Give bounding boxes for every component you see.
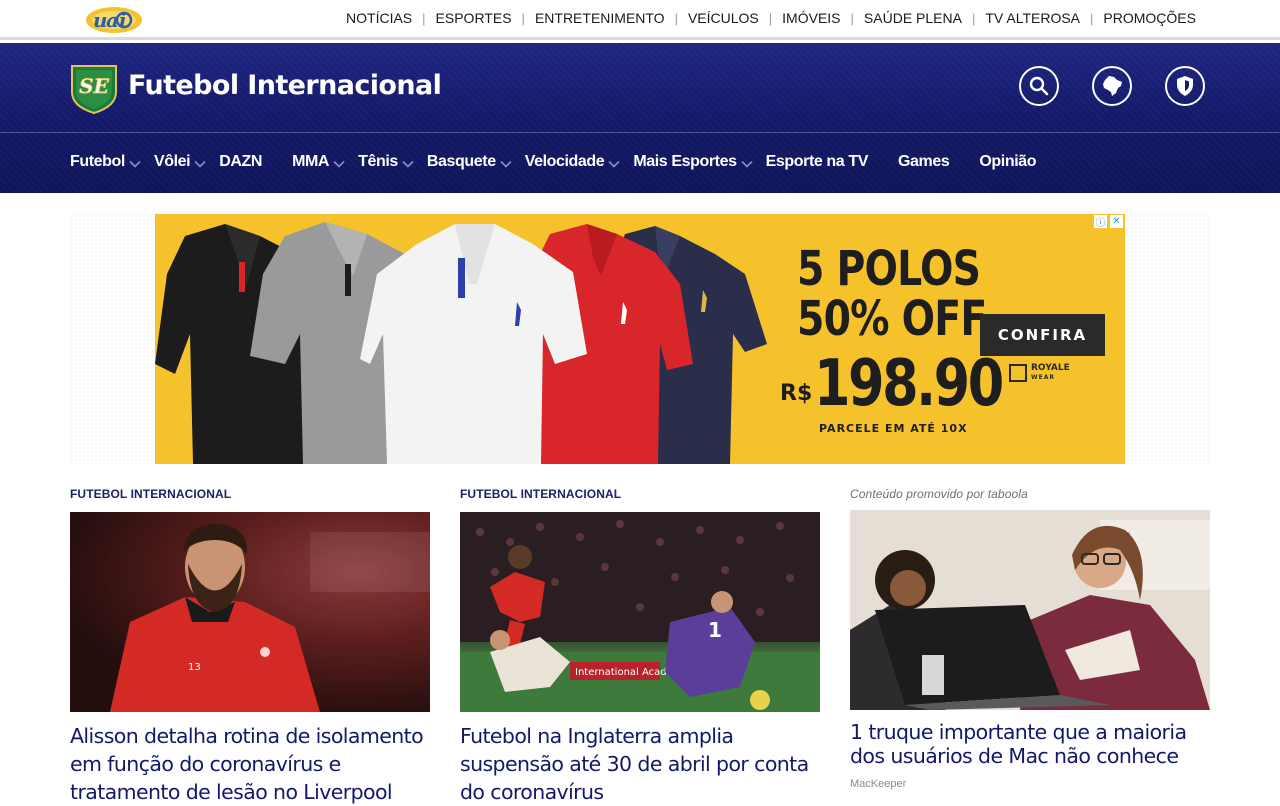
card-title[interactable]: Alisson detalha rotina de isolamento em …: [70, 722, 430, 806]
nav-label: Futebol: [70, 153, 125, 170]
nav-item-opiniao[interactable]: Opinião: [979, 153, 1036, 171]
keeper-shirt-number: 1: [708, 618, 722, 642]
nav-label: DAZN: [219, 153, 263, 170]
portal-nav: NOTÍCIAS | ESPORTES | ENTRETENIMENTO | V…: [336, 10, 1196, 26]
portal-nav-noticias[interactable]: NOTÍCIAS: [336, 10, 422, 26]
nav-label: Mais Esportes: [633, 153, 737, 170]
ad-brand-logo: ROYALE WEAR: [1009, 364, 1070, 382]
nav-label: Basquete: [426, 153, 496, 170]
sponsored-label[interactable]: Conteúdo promovido por taboola: [850, 487, 1210, 510]
site-header: SE Futebol Internacional Futebol Vôlei D…: [0, 43, 1280, 193]
main-nav: Futebol Vôlei DAZN MMA Tênis Basquete Ve…: [70, 153, 1037, 171]
news-card[interactable]: FUTEBOL INTERNACIONAL International Acad…: [460, 487, 820, 806]
ad-installments: PARCELE EM ATÉ 10X: [819, 422, 968, 435]
nav-label: Esporte na TV: [765, 153, 869, 170]
portal-nav-esportes[interactable]: ESPORTES: [426, 10, 522, 26]
nav-item-mais-esportes[interactable]: Mais Esportes: [633, 153, 753, 171]
ad-info-icon[interactable]: ⓘ: [1094, 215, 1107, 229]
nav-item-basquete[interactable]: Basquete: [427, 153, 512, 171]
nav-label: Velocidade: [524, 153, 605, 170]
nav-item-dazn[interactable]: DAZN: [219, 153, 262, 171]
card-title[interactable]: Futebol na Inglaterra amplia suspensão a…: [460, 722, 820, 806]
section-title[interactable]: Futebol Internacional: [128, 70, 442, 101]
ad-currency: R$: [780, 381, 813, 406]
portal-nav-entretenimento[interactable]: ENTRETENIMENTO: [525, 10, 675, 26]
portal-logo[interactable]: u ai: [84, 2, 144, 36]
svg-text:SE: SE: [79, 74, 109, 98]
search-button[interactable]: [1019, 66, 1059, 106]
ad-headline-line1: 5 POLOS: [797, 241, 981, 297]
brazil-map-button[interactable]: [1092, 66, 1132, 106]
ad-headline-line2: 50% OFF: [797, 291, 987, 347]
ad-price-value: 198.90: [814, 347, 1004, 421]
nav-item-volei[interactable]: Vôlei: [154, 153, 206, 171]
ad-headline: 5 POLOS 50% OFF: [797, 241, 987, 347]
ad-price: R$ 198.90: [780, 352, 1043, 416]
header-divider: [0, 132, 1280, 133]
card-kicker[interactable]: FUTEBOL INTERNACIONAL: [460, 487, 820, 512]
shirt-number: 13: [188, 662, 201, 673]
nav-item-esporte-na-tv[interactable]: Esporte na TV: [765, 153, 869, 171]
ad-polo-shirts-image: [155, 222, 767, 464]
chevron-down-icon: [741, 160, 753, 168]
nav-item-mma[interactable]: MMA: [292, 153, 345, 171]
card-image-mac[interactable]: [850, 510, 1210, 710]
card-title[interactable]: 1 truque importante que a maioria dos us…: [850, 720, 1210, 768]
match-photo: International Academy 1: [460, 512, 820, 712]
chevron-down-icon: [194, 160, 206, 168]
ad-brand-text: ROYALE: [1031, 363, 1070, 373]
nav-item-tenis[interactable]: Tênis: [358, 153, 414, 171]
chevron-down-icon: [333, 160, 345, 168]
goalkeeper-photo: 13: [70, 512, 430, 712]
nav-label: Games: [898, 153, 950, 170]
sponsored-card[interactable]: Conteúdo promovido por taboola 1 truque …: [850, 487, 1210, 790]
nav-item-velocidade[interactable]: Velocidade: [525, 153, 621, 171]
card-kicker[interactable]: FUTEBOL INTERNACIONAL: [70, 487, 430, 512]
portal-nav-tv-alterosa[interactable]: TV ALTEROSA: [975, 10, 1090, 26]
laptop-users-photo: [850, 510, 1210, 710]
ad-cta-button[interactable]: CONFIRA: [980, 314, 1105, 356]
news-card[interactable]: FUTEBOL INTERNACIONAL 13 Alisson detalha…: [70, 487, 430, 806]
chevron-down-icon: [402, 160, 414, 168]
portal-nav-promocoes[interactable]: PROMOÇÕES: [1093, 10, 1196, 26]
search-icon: [1029, 76, 1049, 96]
ad-banner[interactable]: ⓘ ✕ 5 POLOS 50% OFF R$ 198.90 PARCELE EM…: [155, 214, 1125, 464]
chevron-down-icon: [129, 160, 141, 168]
portal-topbar: u ai NOTÍCIAS | ESPORTES | ENTRETENIMENT…: [0, 0, 1280, 40]
brazil-map-icon: [1103, 76, 1122, 96]
nav-item-futebol[interactable]: Futebol: [70, 153, 141, 171]
nav-label: MMA: [292, 153, 330, 170]
nav-label: Vôlei: [153, 153, 191, 170]
sponsor-source[interactable]: MacKeeper: [850, 778, 1210, 790]
card-image-match[interactable]: International Academy 1: [460, 512, 820, 712]
portal-nav-imoveis[interactable]: IMÓVEIS: [772, 10, 850, 26]
nav-label: Tênis: [358, 153, 398, 170]
card-image-alisson[interactable]: 13: [70, 512, 430, 712]
ad-brand-name: ROYALE WEAR: [1031, 364, 1070, 382]
royale-logo-icon: [1009, 364, 1027, 382]
team-shield-button[interactable]: [1165, 66, 1205, 106]
portal-nav-saude-plena[interactable]: SAÚDE PLENA: [854, 10, 972, 26]
shield-icon: [1177, 76, 1193, 96]
portal-nav-veiculos[interactable]: VEÍCULOS: [678, 10, 769, 26]
nav-label: Opinião: [979, 153, 1037, 170]
chevron-down-icon: [500, 160, 512, 168]
chevron-down-icon: [608, 160, 620, 168]
ad-controls: ⓘ ✕: [1094, 215, 1123, 229]
nav-item-games[interactable]: Games: [898, 153, 950, 171]
ad-close-icon[interactable]: ✕: [1110, 215, 1123, 228]
ad-brand-subtext: WEAR: [1031, 374, 1055, 381]
superesportes-shield-logo[interactable]: SE: [70, 62, 118, 114]
